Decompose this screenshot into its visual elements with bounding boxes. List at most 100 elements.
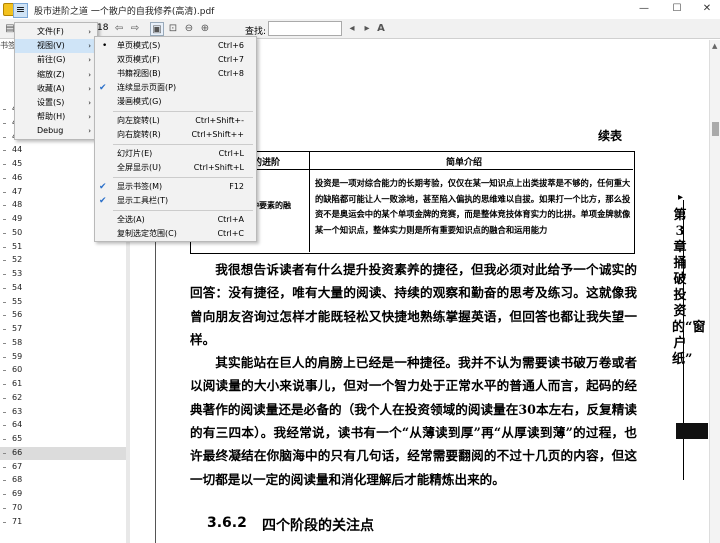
menu-item[interactable]: 缩放(Z) › [15, 68, 97, 82]
sidebar-item-label: 54 [12, 282, 23, 292]
minimize-button[interactable]: — [631, 1, 657, 17]
sidebar-item[interactable]: 56 [0, 309, 126, 323]
menu-item-label: 收藏(A) [37, 83, 65, 93]
submenu-item[interactable]: 全屏显示(U) Ctrl+Shift+L [95, 161, 256, 175]
sidebar-item[interactable]: 58 [0, 337, 126, 351]
sidebar-item[interactable]: 64 [0, 419, 126, 433]
sidebar-item-label: 65 [12, 434, 23, 443]
menu-item[interactable]: Debug › [15, 124, 97, 138]
find-next-icon[interactable]: ▸ [360, 22, 374, 36]
submenu-item[interactable]: 全选(A) Ctrl+A [95, 213, 256, 227]
sidebar-item-label: 69 [12, 489, 23, 498]
zoom-out-icon[interactable]: ⊖ [182, 22, 196, 36]
find-input[interactable] [268, 21, 342, 36]
main-menu: 文件(F) › 视图(V) › 前往(G) › 缩放(Z) › 收藏(A) › 设置(S) › 帮助(H… [14, 22, 98, 140]
submenu-item[interactable]: • 单页模式(S) Ctrl+6 [95, 39, 256, 53]
scroll-thumb[interactable] [712, 122, 719, 136]
page-number-field[interactable]: 18 [97, 23, 108, 33]
close-button[interactable]: ✕ [694, 1, 720, 17]
sidebar-item[interactable]: 70 [0, 502, 126, 516]
sidebar-item[interactable]: 65 [0, 433, 126, 447]
sidebar-item[interactable]: 52 [0, 254, 126, 268]
vertical-scrollbar[interactable]: ▲ [709, 40, 720, 543]
tree-line [3, 452, 6, 454]
menu-item[interactable]: 视图(V) › [15, 39, 97, 54]
submenu-item[interactable]: ✔ 显示书签(M) F12 [95, 180, 256, 194]
submenu-item[interactable]: 双页模式(F) Ctrl+7 [95, 53, 256, 67]
zoom-in-icon[interactable]: ⊕ [198, 22, 212, 36]
body-text: 我很想告诉读者有什么提升投资素养的捷径，但我必须对此给予一个诚实的回答：没有捷径… [190, 258, 637, 491]
menu-separator [113, 177, 253, 178]
sidebar-item[interactable]: 71 [0, 516, 126, 530]
sidebar-item[interactable]: 63 [0, 406, 126, 420]
submenu-item-label: 单页模式(S) [117, 41, 161, 50]
sidebar-item[interactable]: 60 [0, 364, 126, 378]
shortcut-label: Ctrl+7 [217, 55, 244, 64]
submenu-item-label: 显示书签(M) [117, 182, 163, 191]
menu-item-label: 缩放(Z) [37, 69, 65, 79]
sidebar-item[interactable]: 57 [0, 323, 126, 337]
sidebar-item-label: 60 [12, 365, 23, 375]
submenu-item[interactable]: 幻灯片(E) Ctrl+L [95, 147, 256, 161]
submenu-arrow-icon: › [88, 56, 91, 65]
sidebar-item-label: 53 [12, 269, 23, 278]
radio-bullet-icon: • [102, 41, 108, 51]
menu-item[interactable]: 设置(S) › [15, 96, 97, 110]
table-header-left: 的进阶 [253, 158, 281, 168]
hamburger-menu-icon[interactable]: ≡ [13, 3, 28, 18]
submenu-item[interactable]: 漫画模式(G) [95, 95, 256, 109]
submenu-arrow-icon: › [88, 84, 91, 93]
chapter-block [676, 423, 708, 439]
submenu-item[interactable]: ✔ 连续显示页面(P) [95, 81, 256, 95]
menu-item-label: 设置(S) [37, 98, 65, 107]
sidebar-item-label: 63 [12, 406, 23, 416]
tree-line [3, 356, 6, 358]
find-previous-icon[interactable]: ◂ [345, 22, 359, 36]
submenu-item[interactable]: 书籍视图(B) Ctrl+8 [95, 67, 256, 81]
back-arrow-icon[interactable]: ⇦ [112, 22, 126, 36]
shortcut-label: Ctrl+6 [217, 41, 244, 50]
sidebar-item[interactable]: 53 [0, 268, 126, 282]
submenu-arrow-icon: › [88, 127, 91, 136]
submenu-arrow-icon: › [88, 42, 91, 51]
sidebar-item[interactable]: 68 [0, 474, 126, 488]
sidebar-item[interactable]: 55 [0, 296, 126, 310]
sidebar-item[interactable]: 54 [0, 282, 126, 296]
sidebar-item[interactable]: 62 [0, 392, 126, 406]
menu-item[interactable]: 文件(F) › [15, 25, 97, 39]
menu-item[interactable]: 收藏(A) › [15, 82, 97, 96]
submenu-arrow-icon: › [88, 99, 91, 107]
submenu-item[interactable]: ✔ 显示工具栏(T) [95, 194, 256, 208]
sidebar-item[interactable]: 69 [0, 488, 126, 502]
sidebar-item[interactable]: 66 [0, 446, 126, 461]
maximize-button[interactable]: ☐ [664, 1, 690, 17]
menu-item[interactable]: 前往(G) › [15, 53, 97, 67]
forward-arrow-icon[interactable]: ⇨ [128, 22, 142, 36]
scroll-up-icon[interactable]: ▲ [712, 42, 717, 50]
tree-line [3, 507, 6, 509]
menu-item[interactable]: 帮助(H) › [15, 110, 97, 124]
submenu-item[interactable]: 向右旋转(R) Ctrl+Shift++ [95, 128, 256, 142]
match-case-icon[interactable]: A [374, 22, 388, 36]
submenu-item-label: 双页模式(F) [117, 55, 160, 64]
sidebar-item[interactable]: 59 [0, 351, 126, 365]
submenu-item[interactable]: 向左旋转(L) Ctrl+Shift+- [95, 114, 256, 128]
sidebar-item-label: 67 [12, 461, 23, 471]
sidebar-item-label: 51 [12, 241, 23, 251]
shortcut-label: Ctrl+Shift+L [193, 163, 244, 172]
sidebar-item-label: 58 [12, 337, 23, 347]
sidebar-item-label: 45 [12, 159, 23, 168]
sidebar-item[interactable]: 67 [0, 461, 126, 475]
tree-line [3, 274, 6, 275]
fit-page-icon[interactable]: ▣ [150, 22, 164, 36]
fit-width-icon[interactable]: ⊡ [166, 22, 180, 36]
tree-line [3, 205, 6, 207]
submenu-item[interactable]: 复制选定范围(C) Ctrl+C [95, 227, 256, 241]
tree-line [3, 122, 6, 124]
sidebar-item-label: 70 [12, 502, 23, 512]
menu-item-label: 视图(V) [37, 41, 65, 51]
tree-line [3, 411, 6, 413]
sidebar-item[interactable]: 51 [0, 241, 126, 255]
sidebar-item[interactable]: 61 [0, 378, 126, 392]
sidebar-item-label: 61 [12, 379, 23, 388]
